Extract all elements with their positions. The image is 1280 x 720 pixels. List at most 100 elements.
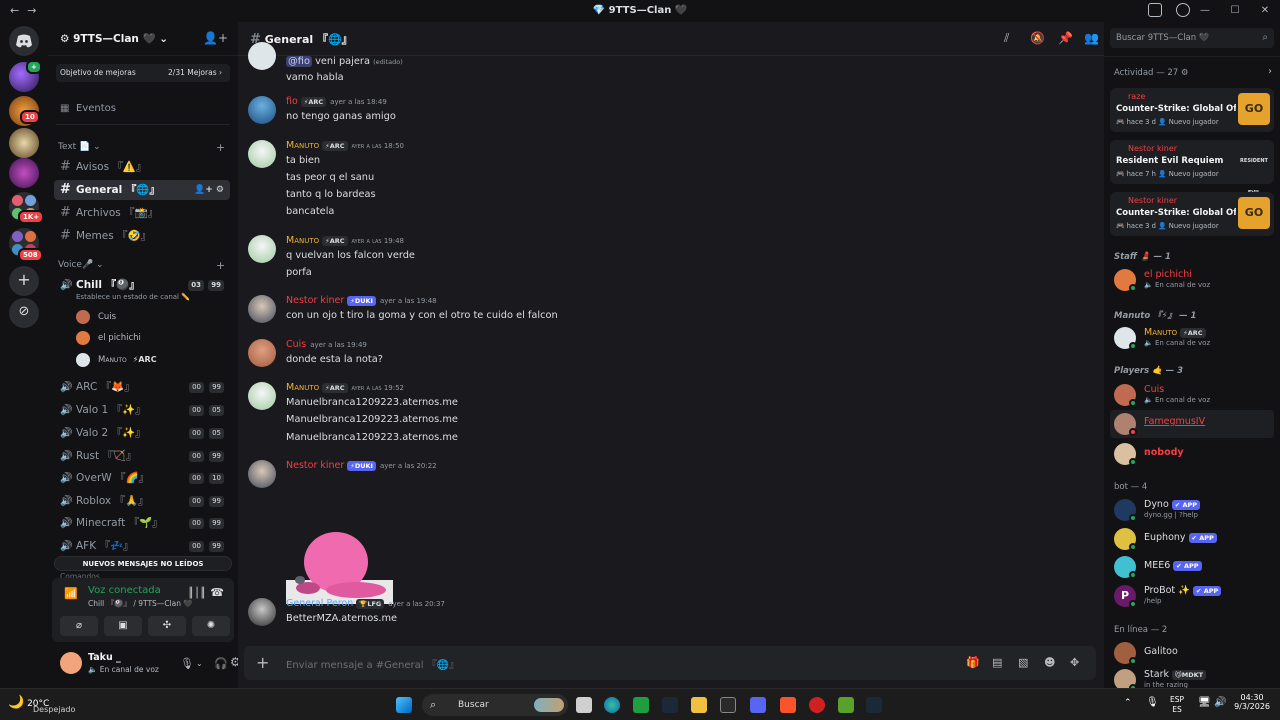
- role-tag[interactable]: ⚡ARC: [300, 96, 327, 107]
- message-line[interactable]: BetterMZA.aternos.me: [286, 613, 397, 624]
- author-avatar[interactable]: [248, 140, 276, 168]
- user-panel[interactable]: Taku _ 🔈 En canal de voz 🎙 ⌄ 🎧 ⚙: [52, 648, 241, 682]
- member-probot[interactable]: P ProBot ✨ ✔ APP /help: [1110, 582, 1276, 610]
- member-manuto[interactable]: Manuto ⚡ARC 🔈 En canal de voz: [1110, 324, 1276, 352]
- member-pichichi[interactable]: el pichichi 🔈 En canal de voz: [1110, 266, 1276, 294]
- server-icon-3[interactable]: [9, 128, 39, 158]
- voice-category[interactable]: Voice🎤 ⌄ +: [58, 259, 225, 272]
- activities-button[interactable]: ✣: [148, 616, 186, 636]
- author-avatar[interactable]: [248, 42, 276, 70]
- noise-suppression-icon[interactable]: ║│║: [188, 588, 206, 599]
- steam-icon-2[interactable]: [866, 697, 882, 713]
- add-channel-icon[interactable]: +: [216, 141, 225, 154]
- voice-channel-valo1[interactable]: 🔊 Valo 1 『✨』 00 05: [54, 400, 230, 420]
- volume-icon[interactable]: 🔊: [1214, 697, 1226, 708]
- member-nobody[interactable]: nobody: [1110, 440, 1276, 468]
- author-name[interactable]: Nestor kiner: [286, 460, 344, 471]
- member-galitoo[interactable]: Galitoo: [1110, 639, 1276, 667]
- task-view-icon[interactable]: [576, 697, 592, 713]
- file-explorer-icon[interactable]: [691, 697, 707, 713]
- author-avatar[interactable]: [248, 339, 276, 367]
- role-tag[interactable]: ⚡DUKI: [347, 460, 376, 471]
- apps-icon[interactable]: ✥: [1070, 656, 1079, 669]
- author-name[interactable]: Manuto: [286, 382, 319, 393]
- voice-status[interactable]: Voz conectada: [88, 585, 161, 596]
- discord-taskbar-icon[interactable]: [750, 697, 766, 713]
- role-tag[interactable]: ⚡ARC: [322, 235, 348, 246]
- help-icon[interactable]: [1176, 3, 1190, 17]
- epic-games-icon[interactable]: [720, 697, 736, 713]
- activity-card[interactable]: Nestor kiner Resident Evil Requiem 🎮 hac…: [1110, 140, 1274, 196]
- message-line[interactable]: Manuelbranca1209223.aternos.me: [286, 397, 458, 408]
- signal-icon[interactable]: 📶: [64, 587, 78, 600]
- pin-icon[interactable]: 📌: [1058, 31, 1073, 45]
- headphones-icon[interactable]: 🎧: [214, 657, 228, 670]
- channel-general[interactable]: # General 『🌐』 👤+ ⚙: [54, 180, 230, 200]
- author-name[interactable]: Manuto: [286, 140, 319, 151]
- author-avatar[interactable]: [248, 295, 276, 323]
- activity-card[interactable]: raze Counter-Strike: Global Off... 🎮 hac…: [1110, 88, 1274, 132]
- role-tag[interactable]: 🏆LFG: [356, 598, 385, 609]
- minimize-button[interactable]: —: [1190, 0, 1220, 22]
- language-indicator[interactable]: ESP ES: [1170, 695, 1184, 715]
- gif-icon[interactable]: ▤: [992, 656, 1002, 669]
- gift-icon[interactable]: 🎁: [966, 656, 980, 669]
- voice-channel-arc[interactable]: 🔊 ARC 『🦊』 00 99: [54, 377, 230, 397]
- author-avatar[interactable]: [248, 235, 276, 263]
- channel-memes[interactable]: # Memes 『🤣』: [54, 226, 230, 246]
- invite-people-icon[interactable]: 👤+: [203, 31, 228, 45]
- author-name[interactable]: Cuis: [286, 339, 306, 350]
- maximize-button[interactable]: ☐: [1220, 0, 1250, 22]
- tray-chevron-icon[interactable]: ⌃: [1124, 698, 1132, 708]
- channel-avisos[interactable]: # Avisos 『⚠️』: [54, 157, 230, 177]
- voice-user-manuto[interactable]: Manuto ⚡ARC: [76, 351, 160, 369]
- voice-channel-roblox[interactable]: 🔊 Roblox 『🙏』 00 99: [54, 491, 230, 511]
- author-name[interactable]: Manuto: [286, 235, 319, 246]
- member-dyno[interactable]: Dyno ✔ APP dyno.gg | ?help: [1110, 496, 1276, 524]
- threads-icon[interactable]: ⫽: [1004, 31, 1009, 46]
- taskbar-search[interactable]: ⌕ Buscar: [422, 694, 568, 716]
- role-tag[interactable]: ⚡ARC: [322, 140, 348, 151]
- author-avatar[interactable]: [248, 460, 276, 488]
- author-name[interactable]: fio: [286, 96, 298, 107]
- minecraft-icon[interactable]: [838, 697, 854, 713]
- voice-channel-valo2[interactable]: 🔊 Valo 2 『✨』 00 05: [54, 423, 230, 443]
- message-composer[interactable]: + Enviar mensaje a #General 『🌐』 🎁 ▤ ▧ ☻ …: [244, 646, 1096, 680]
- network-icon[interactable]: 🖥: [1198, 697, 1211, 708]
- text-category[interactable]: Text 📄 ⌄ +: [58, 141, 225, 154]
- voice-channel-chill[interactable]: 🔊 Chill 『🎱』 03 99: [54, 275, 230, 295]
- voice-channel-rust[interactable]: 🔊 Rust 『🏹』 00 99: [54, 446, 230, 466]
- members-icon[interactable]: 👥: [1084, 31, 1099, 45]
- voice-channel-minecraft[interactable]: 🔊 Minecraft 『🌱』 00 99: [54, 513, 230, 533]
- edge-icon[interactable]: [604, 697, 620, 713]
- chevron-right-icon[interactable]: ›: [1268, 66, 1272, 77]
- inbox-icon[interactable]: [1148, 3, 1162, 17]
- server-header[interactable]: ⚙ 9TTS—Clan 🖤 ⌄ 👤+: [48, 22, 238, 56]
- unread-messages-banner[interactable]: NUEVOS MENSAJES NO LEÍDOS: [54, 556, 232, 571]
- clock[interactable]: 04:30 9/3/2026: [1234, 693, 1270, 711]
- disconnect-icon[interactable]: ☎: [210, 586, 224, 599]
- voice-channel-afk[interactable]: 🔊 AFK 『💤』 00 99: [54, 536, 230, 556]
- close-button[interactable]: ✕: [1250, 0, 1280, 22]
- activity-card[interactable]: Nestor kiner Counter-Strike: Global Off.…: [1110, 192, 1274, 236]
- member-cuis[interactable]: Cuis 🔈 En canal de voz: [1110, 381, 1276, 409]
- author-avatar[interactable]: [248, 382, 276, 410]
- camera-off-button[interactable]: ⌀: [60, 616, 98, 636]
- role-tag[interactable]: ⚡ARC: [322, 382, 348, 393]
- voice-location[interactable]: Chill 『🎱』 / 9TTS—Clan 🖤: [88, 598, 193, 609]
- brave-icon[interactable]: [780, 697, 796, 713]
- app-icon-red[interactable]: [809, 697, 825, 713]
- member-famegmusiv[interactable]: FamegmusIV: [1110, 410, 1274, 438]
- screen-share-button[interactable]: ▣: [104, 616, 142, 636]
- discover-icon[interactable]: ⊘: [9, 298, 39, 328]
- role-tag[interactable]: ⚡DUKI: [347, 295, 376, 306]
- channel-settings-icons[interactable]: 👤+ ⚙: [194, 180, 224, 200]
- author-name[interactable]: Nestor kiner: [286, 295, 344, 306]
- emoji-icon[interactable]: ☻: [1044, 656, 1055, 669]
- events-item[interactable]: ▦ Eventos: [54, 99, 230, 119]
- windows-start-icon[interactable]: [396, 697, 412, 713]
- search-input[interactable]: Buscar 9TTS—Clan 🖤 ⌕: [1110, 28, 1274, 48]
- microphone-icon[interactable]: 🎙: [180, 657, 194, 670]
- xbox-icon[interactable]: [633, 697, 649, 713]
- member-euphony[interactable]: Euphony ✔ APP: [1110, 525, 1276, 553]
